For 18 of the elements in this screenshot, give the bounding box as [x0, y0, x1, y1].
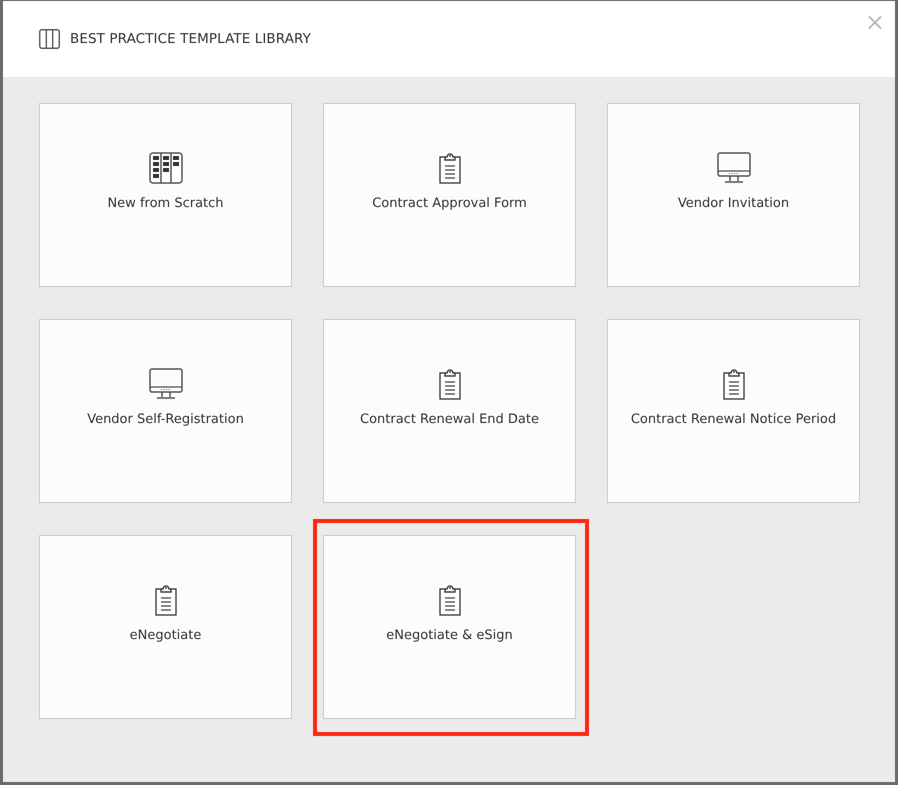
monitor-icon — [148, 368, 182, 400]
template-tile[interactable]: Vendor Invitation — [607, 103, 860, 287]
template-tile[interactable]: eNegotiate & eSign — [323, 535, 576, 719]
clipboard-icon — [722, 368, 744, 400]
template-tile[interactable]: New from Scratch — [39, 103, 292, 287]
board-icon — [148, 152, 182, 184]
clipboard-icon — [438, 584, 460, 616]
template-tile[interactable]: Contract Renewal End Date — [323, 319, 576, 503]
dialog-title: BEST PRACTICE TEMPLATE LIBRARY — [70, 31, 312, 47]
clipboard-icon — [154, 584, 176, 616]
template-tile[interactable]: Vendor Self-Registration — [39, 319, 292, 503]
template-tile[interactable]: Contract Approval Form — [323, 103, 576, 287]
columns-icon — [39, 29, 60, 49]
clipboard-icon — [438, 152, 460, 184]
template-tile[interactable]: Contract Renewal Notice Period — [607, 319, 860, 503]
monitor-icon — [716, 152, 750, 184]
clipboard-icon — [438, 368, 460, 400]
template-tile[interactable]: eNegotiate — [39, 535, 292, 719]
